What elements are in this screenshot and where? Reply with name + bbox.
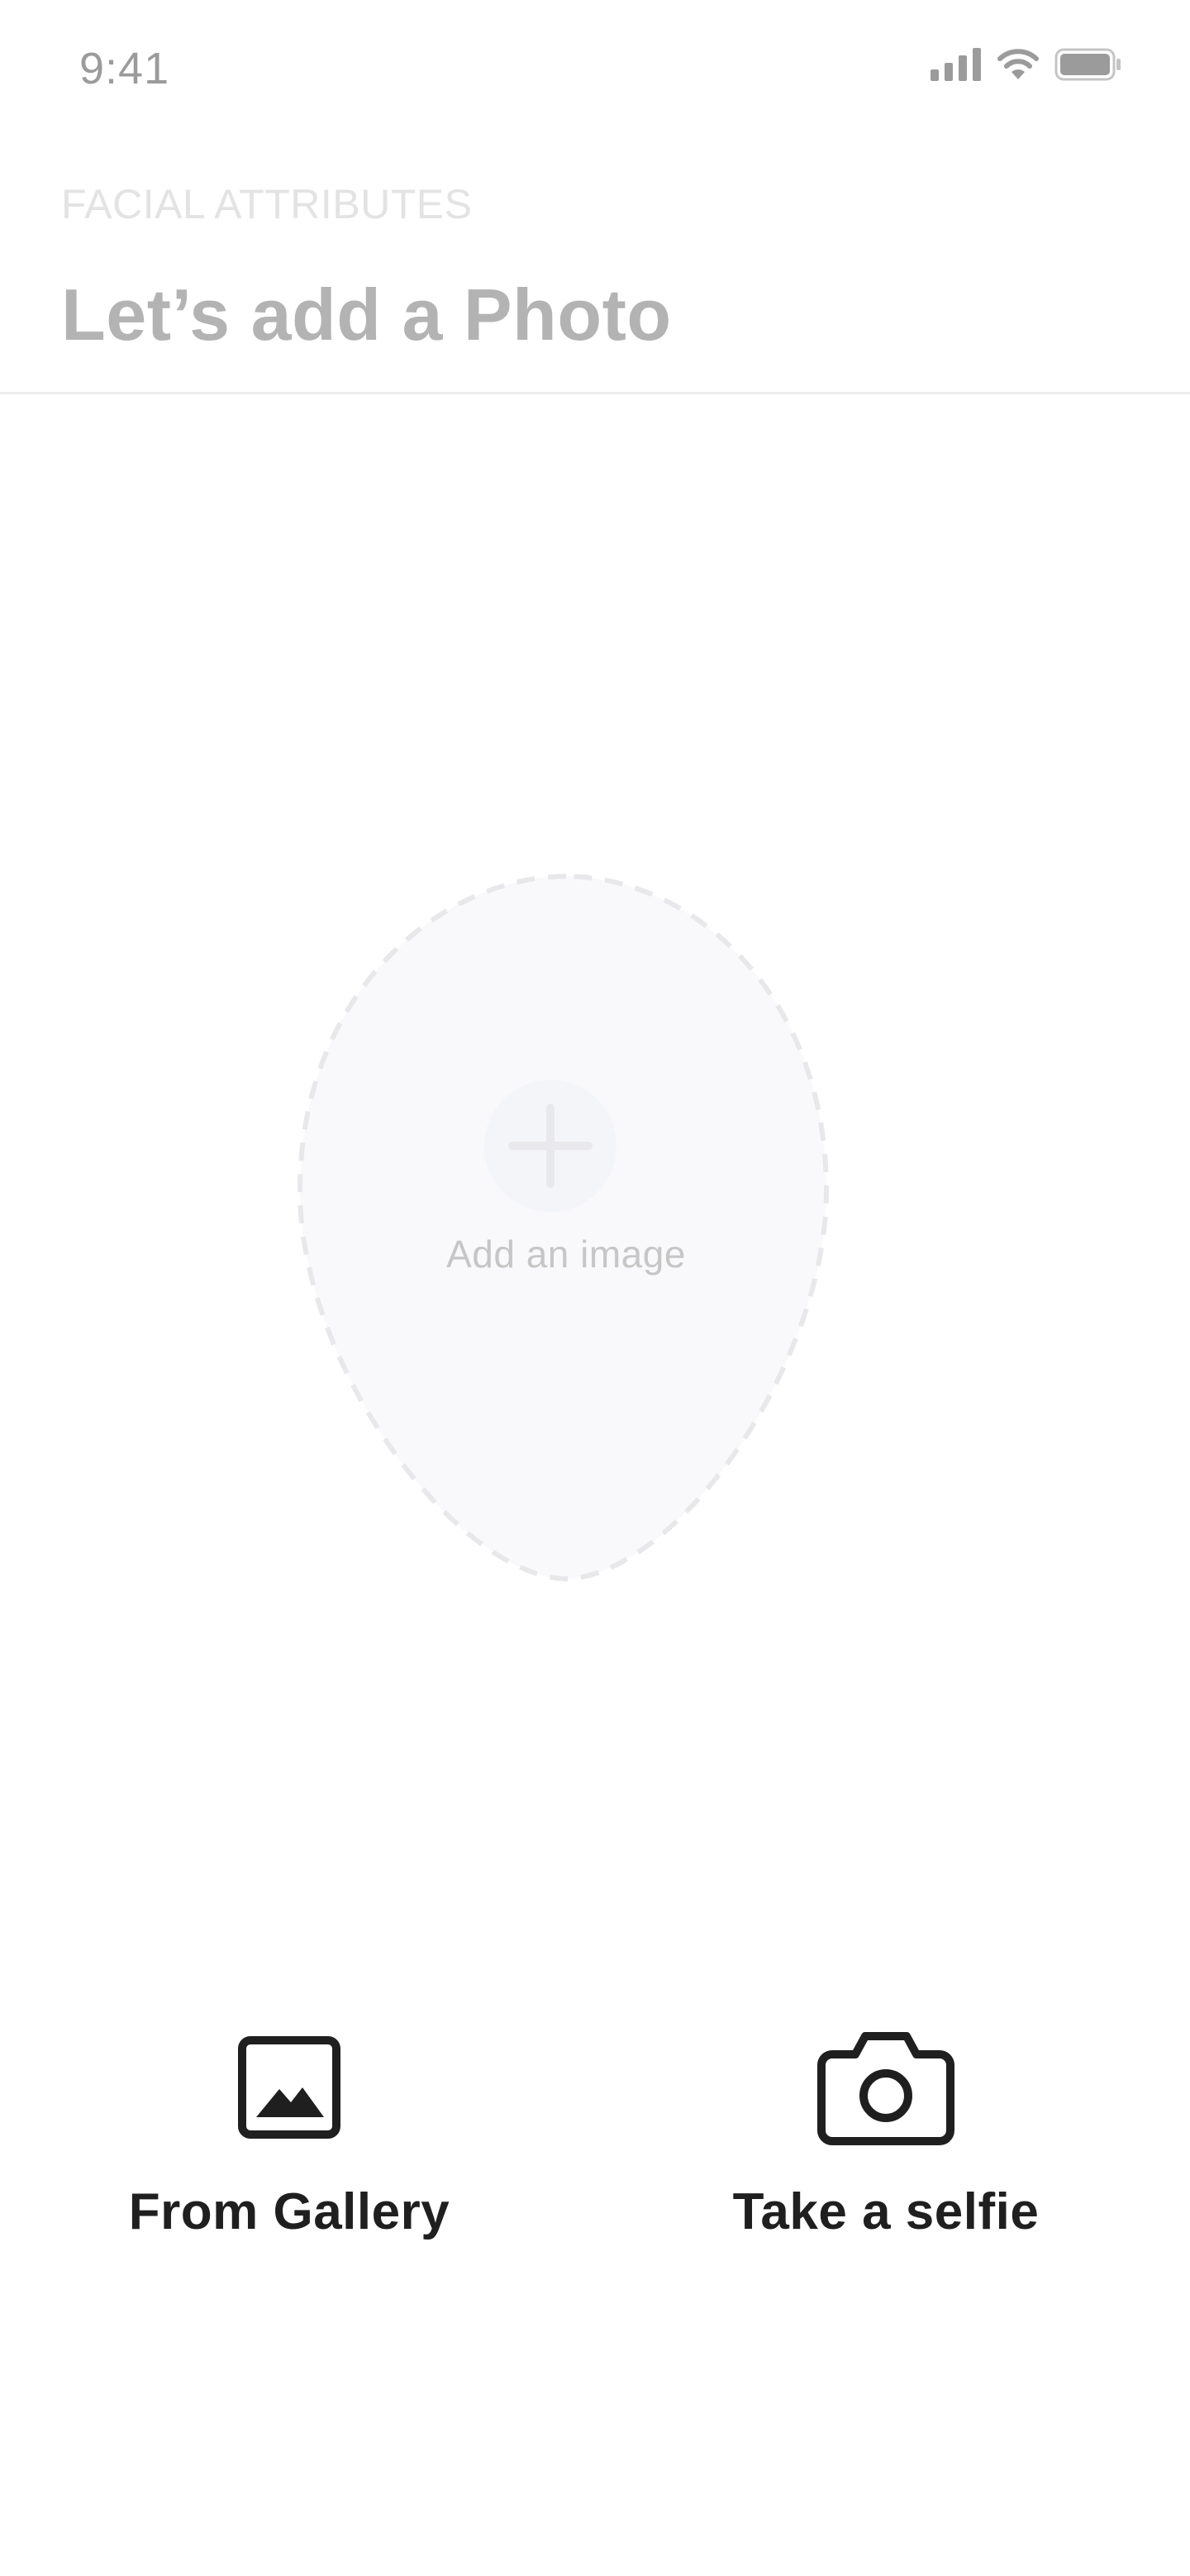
- face-outline-shape: [298, 873, 830, 1582]
- status-time: 9:41: [79, 44, 170, 93]
- add-image-dropzone[interactable]: Add an image: [298, 868, 835, 1587]
- status-icons: [931, 48, 1122, 85]
- take-selfie-button[interactable]: Take a selfie: [679, 2025, 1092, 2241]
- status-bar: 9:41: [0, 0, 1190, 141]
- header-divider: [0, 392, 1190, 394]
- add-photo-screen: 9:41 FACIAL ATTRIBUTES Let’s add a Photo…: [0, 0, 1190, 2576]
- cellular-signal-icon: [931, 48, 982, 85]
- from-gallery-label: From Gallery: [128, 2183, 450, 2240]
- header-overline: FACIAL ATTRIBUTES: [61, 181, 473, 227]
- image-icon: [238, 2025, 340, 2149]
- add-image-button[interactable]: [484, 1080, 616, 1212]
- camera-icon: [817, 2025, 954, 2149]
- add-image-label: Add an image: [446, 1233, 686, 1276]
- take-selfie-label: Take a selfie: [732, 2183, 1040, 2240]
- wifi-icon: [997, 48, 1040, 85]
- from-gallery-button[interactable]: From Gallery: [83, 2025, 496, 2241]
- page-title: Let’s add a Photo: [61, 274, 672, 355]
- battery-icon: [1054, 48, 1122, 85]
- plus-icon: [508, 1104, 593, 1188]
